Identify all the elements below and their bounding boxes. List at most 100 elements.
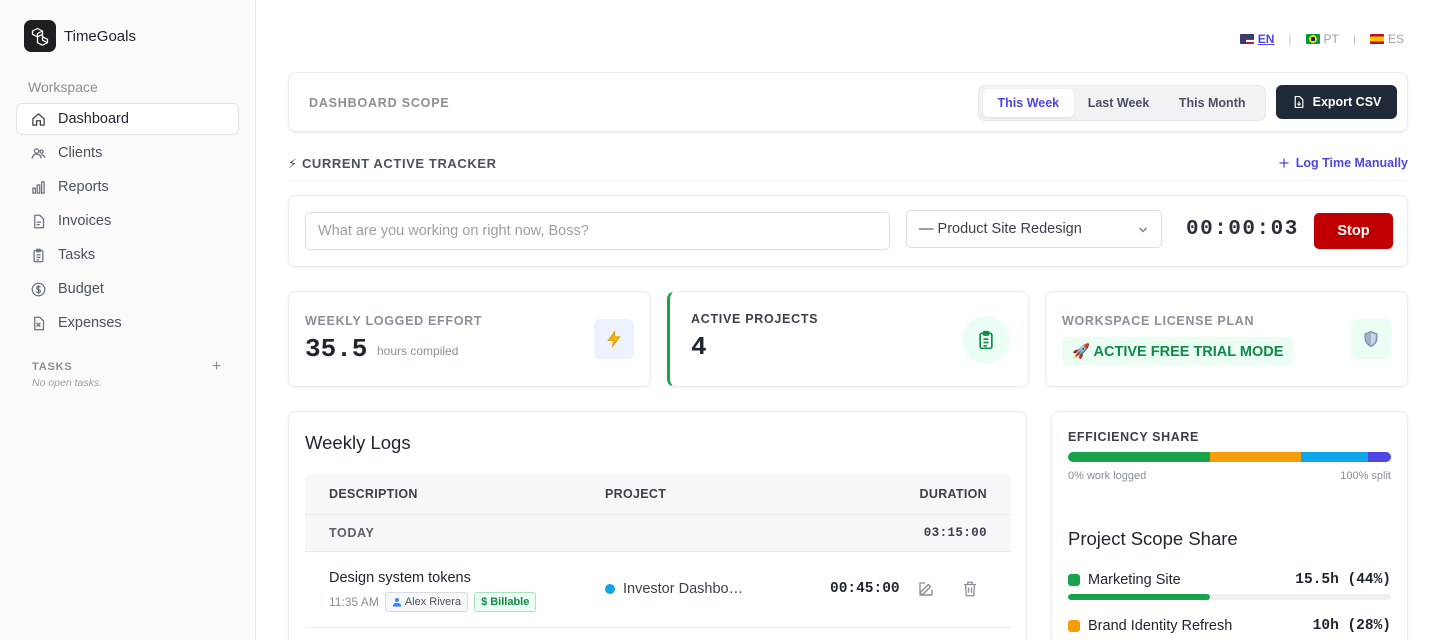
project-share-value: 15.5h (44%) xyxy=(1295,572,1391,588)
efficiency-card: EFFICIENCY SHARE 0% work logged 100% spl… xyxy=(1051,411,1408,640)
table-header: DESCRIPTION PROJECT DURATION xyxy=(305,474,1011,514)
entry-description: Design system tokens xyxy=(329,570,471,586)
column-duration: DURATION xyxy=(919,487,987,501)
day-group-label: TODAY xyxy=(329,526,375,540)
users-icon xyxy=(30,145,46,161)
sidebar-item-invoices[interactable]: Invoices xyxy=(16,205,239,237)
project-color-dot xyxy=(605,584,615,594)
plus-icon xyxy=(1279,158,1289,168)
project-select[interactable]: — Product Site Redesign xyxy=(906,210,1162,248)
sidebar: TimeGoals Workspace Dashboard Clients Re… xyxy=(0,0,256,640)
section-divider xyxy=(288,180,1408,181)
trial-badge: 🚀 ACTIVE FREE TRIAL MODE xyxy=(1062,337,1294,365)
shield-icon xyxy=(1351,319,1391,359)
trash-icon[interactable] xyxy=(961,580,979,603)
export-csv-button[interactable]: Export CSV xyxy=(1276,85,1397,119)
workspace-label: Workspace xyxy=(28,79,98,95)
lang-es-link[interactable]: ES xyxy=(1369,32,1404,46)
column-description: DESCRIPTION xyxy=(329,487,418,501)
project-share-item: Brand Identity Refresh 10h (28%) xyxy=(1068,618,1391,640)
sidebar-item-label: Reports xyxy=(58,179,109,195)
file-export-icon xyxy=(1294,95,1304,109)
license-plan-card: WORKSPACE LICENSE PLAN 🚀 ACTIVE FREE TRI… xyxy=(1045,291,1408,387)
weekly-effort-unit: hours compiled xyxy=(377,344,459,358)
clipboard-icon xyxy=(30,247,46,263)
efficiency-segment xyxy=(1068,452,1211,462)
brazil-flag-icon xyxy=(1305,34,1320,44)
weekly-effort-card: WEEKLY LOGGED EFFORT 35.5 hours compiled xyxy=(288,291,651,387)
sidebar-item-clients[interactable]: Clients xyxy=(16,137,239,169)
us-flag-icon xyxy=(1239,34,1254,44)
entry-project: Investor Dashbo… xyxy=(605,581,743,597)
active-tracker-card: — Product Site Redesign 00:00:03 Stop xyxy=(288,195,1408,267)
edit-icon[interactable] xyxy=(917,580,935,603)
active-projects-label: ACTIVE PROJECTS xyxy=(691,312,819,326)
clipboard-list-icon xyxy=(962,316,1010,364)
chevron-down-icon xyxy=(1139,227,1147,233)
lang-separator: | xyxy=(1288,32,1292,46)
user-chip: Alex Rivera xyxy=(384,592,469,612)
efficiency-segment xyxy=(1300,452,1369,462)
weekly-logs-title: Weekly Logs xyxy=(305,432,411,453)
efficiency-left-caption: 0% work logged xyxy=(1068,470,1147,482)
tasks-section-header: TASKS + xyxy=(32,358,222,376)
scope-last-week-button[interactable]: Last Week xyxy=(1074,89,1164,117)
stop-button[interactable]: Stop xyxy=(1314,213,1393,249)
day-group-header: TODAY 03:15:00 xyxy=(305,514,1011,552)
sidebar-item-label: Budget xyxy=(58,281,104,297)
entry-meta: 11:35 AM Alex Rivera $ Billable xyxy=(329,592,537,612)
table-row[interactable]: Design system tokens 11:35 AM Alex River… xyxy=(305,552,1011,628)
scope-this-week-button[interactable]: This Week xyxy=(983,89,1074,117)
active-projects-value: 4 xyxy=(691,332,707,362)
dashboard-scope-card: DASHBOARD SCOPE This Week Last Week This… xyxy=(288,72,1408,132)
efficiency-bar xyxy=(1068,452,1391,462)
tracker-timer: 00:00:03 xyxy=(1186,218,1299,241)
sidebar-item-label: Clients xyxy=(58,145,103,161)
weekly-logs-card: Weekly Logs DESCRIPTION PROJECT DURATION… xyxy=(288,411,1027,640)
tracker-title: ⚡ CURRENT ACTIVE TRACKER xyxy=(288,156,497,171)
dollar-icon xyxy=(30,281,46,297)
lang-separator: | xyxy=(1352,32,1356,46)
weekly-effort-value: 35.5 xyxy=(305,334,368,364)
dashboard-scope-label: DASHBOARD SCOPE xyxy=(309,96,450,110)
entry-duration: 00:45:00 xyxy=(830,581,900,597)
project-share-name: Marketing Site xyxy=(1088,572,1181,588)
add-task-button[interactable]: + xyxy=(212,358,222,376)
logo-icon xyxy=(24,20,56,52)
user-icon xyxy=(392,597,401,607)
brand[interactable]: TimeGoals xyxy=(24,20,136,52)
sidebar-item-tasks[interactable]: Tasks xyxy=(16,239,239,271)
active-projects-card: ACTIVE PROJECTS 4 xyxy=(667,291,1029,387)
scope-this-month-button[interactable]: This Month xyxy=(1163,89,1261,117)
efficiency-segment xyxy=(1210,452,1301,462)
task-description-input[interactable] xyxy=(305,212,890,250)
efficiency-segment xyxy=(1368,452,1391,462)
sidebar-item-budget[interactable]: Budget xyxy=(16,273,239,305)
sidebar-item-reports[interactable]: Reports xyxy=(16,171,239,203)
log-time-manually-link[interactable]: Log Time Manually xyxy=(1278,156,1408,170)
entry-time: 11:35 AM xyxy=(329,595,379,609)
sidebar-item-expenses[interactable]: Expenses xyxy=(16,307,239,339)
tasks-heading: TASKS xyxy=(32,361,73,373)
spain-flag-icon xyxy=(1369,34,1384,44)
sidebar-nav: Dashboard Clients Reports Invoices Tasks xyxy=(16,103,239,341)
project-color-swatch xyxy=(1068,620,1080,632)
receipt-icon xyxy=(30,315,46,331)
efficiency-right-caption: 100% split xyxy=(1340,470,1391,482)
weekly-effort-label: WEEKLY LOGGED EFFORT xyxy=(305,314,483,328)
sidebar-item-label: Tasks xyxy=(58,247,96,263)
sidebar-item-dashboard[interactable]: Dashboard xyxy=(16,103,239,135)
billable-badge: $ Billable xyxy=(474,592,537,612)
project-share-fill xyxy=(1068,594,1211,600)
sidebar-item-label: Expenses xyxy=(58,315,122,331)
efficiency-label: EFFICIENCY SHARE xyxy=(1068,430,1199,444)
file-icon xyxy=(30,213,46,229)
license-plan-label: WORKSPACE LICENSE PLAN xyxy=(1062,314,1255,328)
lightning-icon xyxy=(594,319,634,359)
lang-pt-link[interactable]: PT xyxy=(1305,32,1339,46)
column-project: PROJECT xyxy=(605,487,667,501)
scope-segmented-control: This Week Last Week This Month xyxy=(978,85,1266,121)
lang-en-link[interactable]: EN xyxy=(1239,32,1274,46)
language-switcher: EN | PT | ES xyxy=(1239,32,1404,46)
home-icon xyxy=(30,111,46,127)
